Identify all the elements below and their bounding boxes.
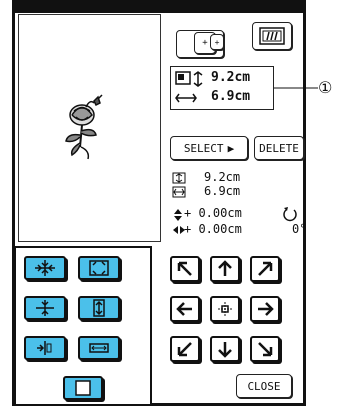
expand-vertical-button[interactable] — [78, 296, 120, 320]
center-dot-button[interactable] — [210, 296, 240, 322]
rose-design-icon — [65, 94, 103, 160]
compress-vertical-icon — [36, 300, 54, 316]
arrow-up-right-button[interactable] — [250, 256, 280, 282]
height-icon — [172, 172, 186, 184]
hoop-icon-button[interactable] — [252, 22, 292, 50]
center-button[interactable] — [24, 256, 66, 280]
pattern-details: 9.2cm 6.9cm + 0.00cm + 0.00cm 0° — [172, 170, 306, 250]
embroidery-preview — [18, 14, 161, 242]
detail-height: 9.2cm — [204, 170, 241, 184]
arrow-down-right-button[interactable] — [250, 336, 280, 362]
size-info-box: 9.2cm 6.9cm — [170, 66, 274, 110]
arrow-up-button[interactable] — [210, 256, 240, 282]
square-icon — [75, 380, 91, 396]
callout-number: ① — [318, 78, 333, 97]
arrow-up-left-button[interactable] — [170, 256, 200, 282]
vertical-move-icon — [174, 209, 182, 221]
delete-button[interactable]: DELETE — [254, 136, 304, 160]
compress-horizontal-icon — [37, 341, 52, 355]
detail-width: 6.9cm — [204, 184, 241, 198]
callout-line — [274, 87, 318, 89]
height-arrow-icon — [193, 71, 203, 87]
pattern-size-icon — [175, 71, 191, 85]
width-arrow-icon — [175, 93, 197, 103]
plus-icon: + — [214, 37, 220, 47]
plus-icon: + — [202, 38, 208, 48]
layout-toggle-group[interactable]: + + + — [172, 22, 236, 62]
arrow-down-left-icon — [177, 342, 192, 357]
arrow-down-right-icon — [258, 342, 273, 357]
expand-horizontal-icon — [89, 343, 109, 353]
expand-horizontal-button[interactable] — [78, 336, 120, 360]
center-dot-icon — [218, 302, 232, 316]
layout-toggle-innermost: + — [210, 34, 224, 50]
width-value: 6.9cm — [211, 89, 251, 104]
play-icon: ▶ — [227, 141, 235, 155]
arrow-up-left-icon — [177, 261, 192, 276]
expand-vertical-icon — [93, 299, 105, 317]
arrow-down-left-button[interactable] — [170, 336, 200, 362]
center-icon — [35, 260, 55, 276]
arrow-up-icon — [218, 260, 232, 276]
fit-icon — [89, 260, 109, 276]
arrow-right-icon — [258, 302, 274, 316]
compress-horizontal-button[interactable] — [24, 336, 66, 360]
select-button[interactable]: SELECT ▶ — [170, 136, 248, 160]
rotate-icon — [283, 207, 297, 222]
arrow-left-button[interactable] — [170, 296, 200, 322]
fit-button[interactable] — [78, 256, 120, 280]
detail-horizontal-offset: + 0.00cm — [184, 222, 242, 236]
hoop-icon — [259, 27, 285, 45]
arrow-up-right-icon — [258, 261, 273, 276]
height-value: 9.2cm — [211, 70, 251, 85]
arrow-left-icon — [176, 302, 192, 316]
square-button[interactable] — [63, 376, 103, 400]
width-icon — [172, 186, 186, 198]
arrow-right-button[interactable] — [250, 296, 280, 322]
close-button[interactable]: CLOSE — [236, 374, 292, 398]
arrow-down-button[interactable] — [210, 336, 240, 362]
compress-vertical-button[interactable] — [24, 296, 66, 320]
direction-panel: CLOSE — [162, 246, 304, 406]
detail-rotation: 0° — [292, 222, 307, 236]
arrow-down-icon — [218, 342, 232, 358]
layout-panel — [14, 246, 152, 406]
detail-vertical-offset: + 0.00cm — [184, 206, 242, 220]
